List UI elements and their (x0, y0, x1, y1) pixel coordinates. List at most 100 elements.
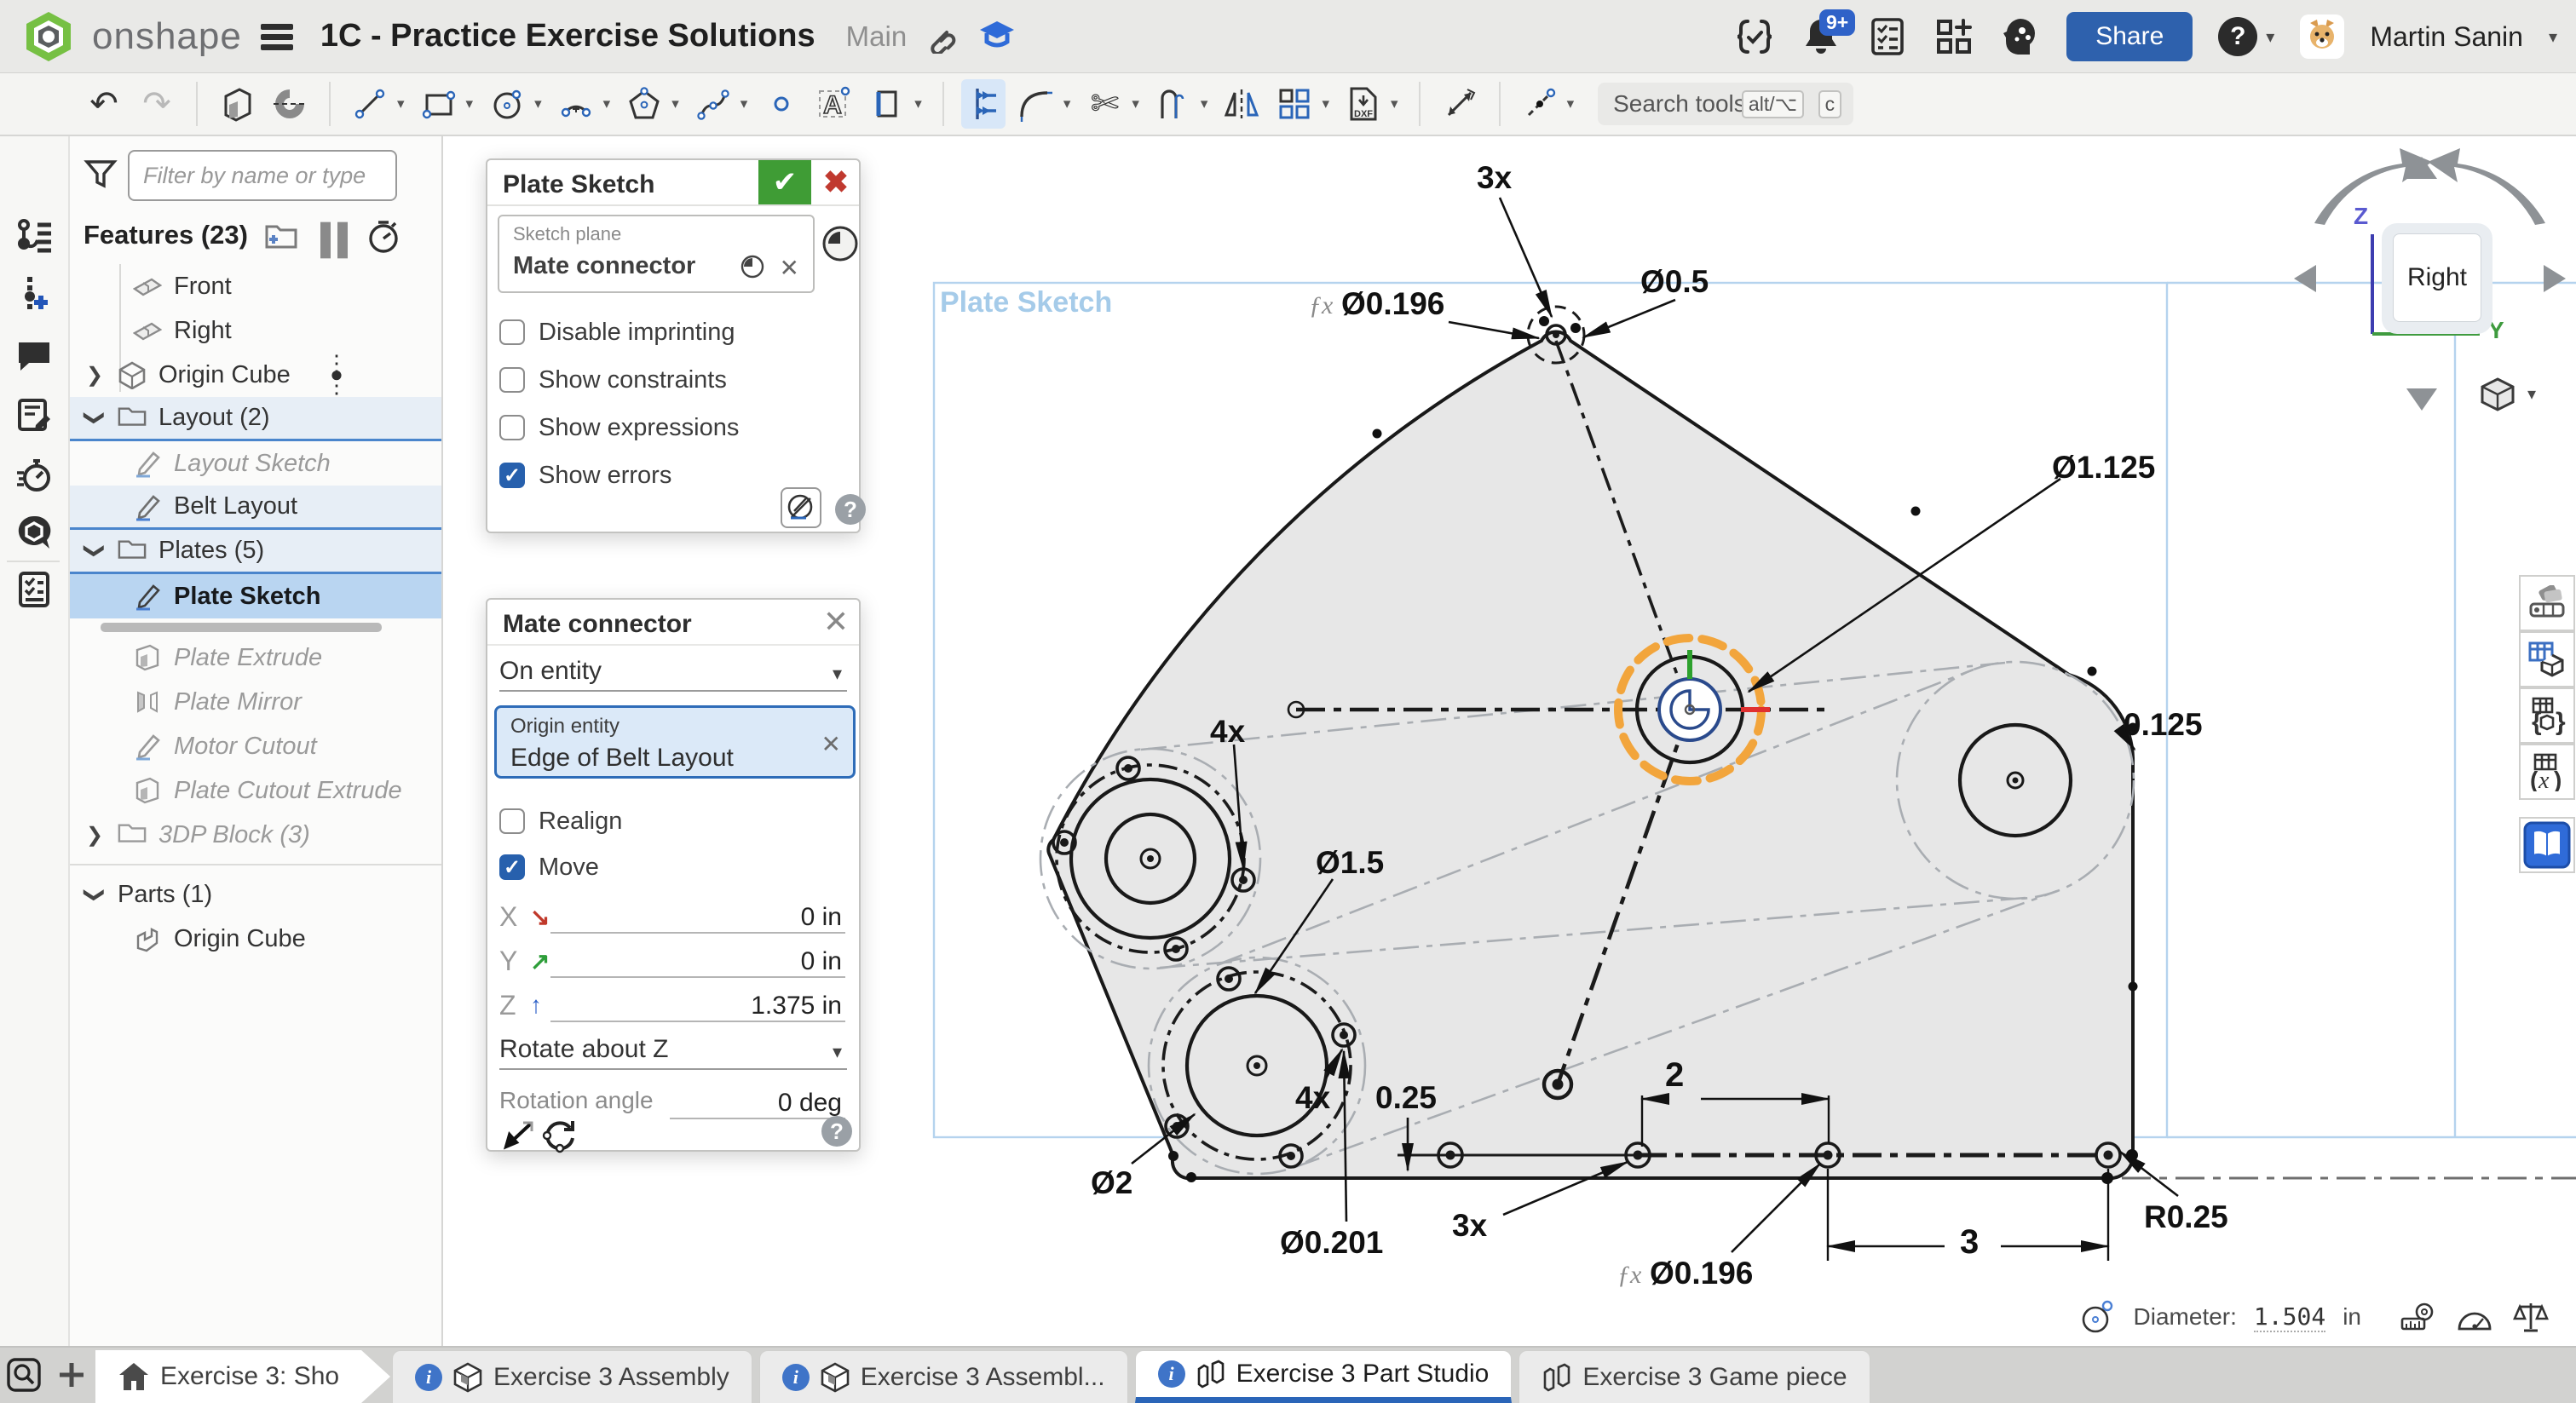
app-store-icon[interactable] (1933, 16, 1974, 57)
add-folder-icon[interactable] (264, 220, 298, 250)
view-cube-face-label[interactable]: Right (2393, 233, 2481, 322)
fillet-tool-caret-icon[interactable]: ▾ (1063, 95, 1071, 112)
spline-tool-icon[interactable] (691, 79, 735, 129)
tab-info-icon[interactable]: i (1158, 1360, 1185, 1388)
feature-row-plate-mirror[interactable]: Plate Mirror (70, 680, 441, 724)
dxf-tool-caret-icon[interactable]: ▾ (1391, 95, 1398, 112)
user-avatar[interactable] (2300, 14, 2344, 59)
help-icon[interactable]: ? (821, 1116, 852, 1147)
tab-info-icon[interactable]: i (415, 1364, 442, 1391)
feature-row-origin-cube[interactable]: ❯ Origin Cube ⋮●⋮ (70, 353, 441, 397)
dimension-tool-icon[interactable] (961, 79, 1006, 129)
confirm-button[interactable]: ✔ (758, 160, 811, 204)
arc-tool-icon[interactable] (554, 79, 598, 129)
dim-0p125[interactable]: 0.125 (2124, 707, 2203, 743)
construction-tool-icon[interactable] (1518, 79, 1562, 129)
dim-0p25[interactable]: 0.25 (1375, 1080, 1437, 1116)
move-option[interactable]: ✓ Move (499, 848, 599, 886)
document-title[interactable]: 1C - Practice Exercise Solutions (320, 18, 815, 55)
dim-diameter-0p196-top[interactable]: Ø0.196 (1341, 286, 1444, 322)
rectangle-tool-caret-icon[interactable]: ▾ (466, 95, 474, 112)
spline-tool-caret-icon[interactable]: ▾ (741, 95, 748, 112)
feature-row-front[interactable]: Front (70, 264, 441, 308)
tab-exercise-3-game-piece[interactable]: Exercise 3 Game piece (1519, 1350, 1870, 1403)
checklist-panel-icon[interactable] (15, 571, 53, 608)
z-offset-input[interactable]: 1.375 in (550, 985, 845, 1022)
configurations-panel-button[interactable] (2519, 631, 2575, 687)
checkbox-checked[interactable]: ✓ (499, 463, 525, 488)
clear-selection-icon[interactable]: ✕ (780, 254, 799, 282)
feature-row-layout-folder[interactable]: ❯ Layout (2) (70, 397, 441, 441)
regen-timer-icon[interactable] (366, 220, 401, 250)
help-button[interactable]: ? (2218, 17, 2257, 56)
new-tab-button[interactable] (48, 1346, 95, 1403)
tab-exercise-3-assembly[interactable]: i Exercise 3 Assembly (392, 1350, 752, 1403)
measure-angle-icon[interactable] (2455, 1300, 2494, 1334)
revolve-tool-icon[interactable] (268, 79, 312, 129)
share-button[interactable]: Share (2066, 12, 2193, 61)
tab-search-icon[interactable] (0, 1346, 48, 1403)
sketch-tools-button[interactable] (781, 487, 821, 528)
extrude-tool-icon[interactable] (215, 79, 259, 129)
feature-row-plates-folder[interactable]: ❯ Plates (5) (70, 530, 441, 574)
dim-count-3x-bottom[interactable]: 3x (1452, 1208, 1487, 1244)
slot-tool-caret-icon[interactable]: ▾ (914, 95, 922, 112)
appearance-panel-button[interactable] (2519, 575, 2575, 631)
expand-caret-icon[interactable]: ❯ (84, 823, 106, 848)
parts-section-header[interactable]: ❯ Parts (1) (70, 872, 441, 917)
pattern-tool-icon[interactable] (1272, 79, 1317, 129)
y-offset-input[interactable]: 0 in (550, 940, 845, 978)
polygon-tool-icon[interactable] (622, 79, 666, 129)
entity-mode-dropdown[interactable]: On entity ▾ (499, 653, 847, 692)
trim-tool-caret-icon[interactable]: ▾ (1132, 95, 1139, 112)
option-show-expressions[interactable]: Show expressions (499, 409, 739, 446)
performance-timer-icon[interactable] (15, 456, 53, 493)
checkbox-checked[interactable]: ✓ (499, 854, 525, 880)
expand-caret-icon[interactable]: ❯ (84, 363, 106, 388)
pattern-tool-caret-icon[interactable]: ▾ (1322, 95, 1329, 112)
dim-diameter-0p201[interactable]: Ø0.201 (1280, 1225, 1383, 1261)
view-cube-face[interactable]: Right (2382, 223, 2492, 334)
tab-exercise-3-part-studio[interactable]: i Exercise 3 Part Studio (1135, 1350, 1513, 1403)
filter-icon[interactable] (84, 157, 118, 191)
feature-row-layout-sketch[interactable]: Layout Sketch (70, 441, 441, 486)
view-cube[interactable]: Z Y Right ▾ (2284, 128, 2576, 451)
collapse-caret-icon[interactable]: ❯ (83, 407, 107, 429)
home-icon[interactable] (118, 1361, 150, 1392)
feature-row-plate-extrude[interactable]: Plate Extrude (70, 635, 441, 680)
notes-icon[interactable] (15, 396, 53, 434)
help-caret-icon[interactable]: ▾ (2266, 26, 2274, 48)
redo-button[interactable]: ↷ (135, 79, 179, 129)
dim-diameter-1p5[interactable]: Ø1.5 (1316, 845, 1384, 881)
line-tool-caret-icon[interactable]: ▾ (397, 95, 405, 112)
measure-tool-icon[interactable] (1438, 79, 1482, 129)
feature-row-3dp-block-folder[interactable]: ❯ 3DP Block (3) (70, 813, 441, 857)
offset-tool-icon[interactable] (1151, 79, 1196, 129)
rotation-angle-input[interactable]: 0 deg (670, 1082, 845, 1119)
insert-version-icon[interactable] (15, 275, 53, 313)
feature-row-plate-cutout-extrude[interactable]: Plate Cutout Extrude (70, 768, 441, 813)
feature-filter-input[interactable] (128, 150, 397, 201)
circle-tool-caret-icon[interactable]: ▾ (534, 95, 542, 112)
line-tool-icon[interactable] (348, 79, 392, 129)
view-mode-caret-icon[interactable]: ▾ (2527, 383, 2536, 405)
checkbox-unchecked[interactable] (499, 808, 525, 834)
checkbox-unchecked[interactable] (499, 367, 525, 393)
tasks-icon[interactable] (1867, 16, 1908, 57)
realign-option[interactable]: Realign (499, 802, 622, 840)
rollback-bar[interactable] (70, 618, 441, 635)
feature-row-right[interactable]: Right (70, 308, 441, 353)
configured-features-panel-button[interactable]: {} (2519, 687, 2575, 744)
polygon-tool-caret-icon[interactable]: ▾ (671, 95, 679, 112)
feature-script-icon[interactable] (1734, 16, 1775, 57)
sketch-plane-field[interactable]: Sketch plane Mate connector ✕ (498, 215, 815, 293)
flip-primary-axis-icon[interactable] (498, 1121, 535, 1153)
dim-diameter-0p5[interactable]: Ø0.5 (1640, 264, 1709, 300)
dxf-import-tool-icon[interactable]: DXF (1341, 79, 1386, 129)
mass-properties-icon[interactable] (2511, 1300, 2550, 1334)
dim-diameter-0p196-bottom[interactable]: Ø0.196 (1650, 1256, 1753, 1291)
mate-connector-picker-icon[interactable] (821, 225, 859, 262)
help-icon[interactable]: ? (835, 494, 866, 525)
collapse-caret-icon[interactable]: ❯ (83, 540, 107, 562)
part-row-origin-cube[interactable]: Origin Cube (70, 917, 441, 961)
